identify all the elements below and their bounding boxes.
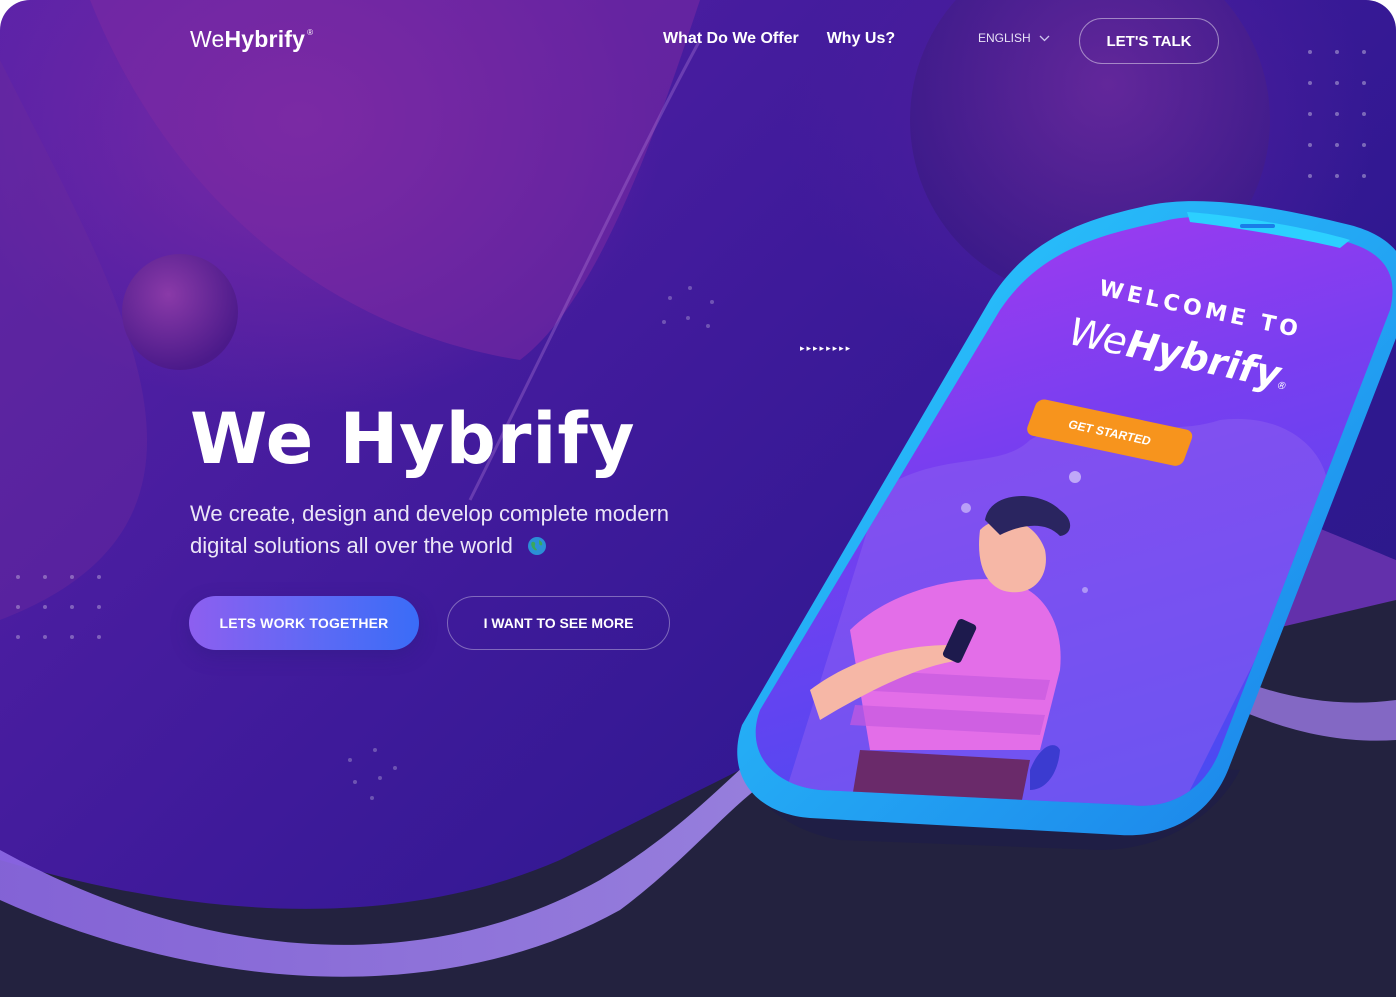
logo-light: We: [190, 26, 225, 52]
phone-mockup: WELCOME TO WeHybrify® GET STARTED: [700, 190, 1396, 870]
logo-bold: Hybrify: [224, 26, 306, 52]
hero-title: We Hybrify: [190, 398, 636, 480]
chevron-down-icon: [1039, 35, 1050, 41]
decor-sphere-left: [122, 254, 238, 370]
work-together-button[interactable]: LETS WORK TOGETHER: [189, 596, 419, 650]
site-logo[interactable]: We Hybrify ®: [190, 26, 313, 53]
hero-subtitle-block: We create, design and develop complete m…: [190, 498, 710, 562]
language-label: ENGLISH: [978, 31, 1031, 45]
nav-item-offer[interactable]: What Do We Offer: [663, 30, 799, 48]
globe-icon: [527, 537, 546, 555]
dot-grid-right: [1308, 50, 1366, 178]
lets-talk-button[interactable]: LET'S TALK: [1079, 18, 1219, 64]
main-nav: What Do We Offer Why Us?: [663, 30, 895, 48]
nav-item-why-us[interactable]: Why Us?: [827, 30, 895, 48]
phone-illustration: [737, 201, 1396, 850]
hero-subtitle: We create, design and develop complete m…: [190, 501, 669, 558]
language-selector[interactable]: ENGLISH: [978, 31, 1050, 45]
landing-page: We Hybrify ® What Do We Offer Why Us? EN…: [0, 0, 1396, 997]
logo-registered-mark: ®: [307, 28, 314, 37]
see-more-button[interactable]: I WANT TO SEE MORE: [447, 596, 670, 650]
